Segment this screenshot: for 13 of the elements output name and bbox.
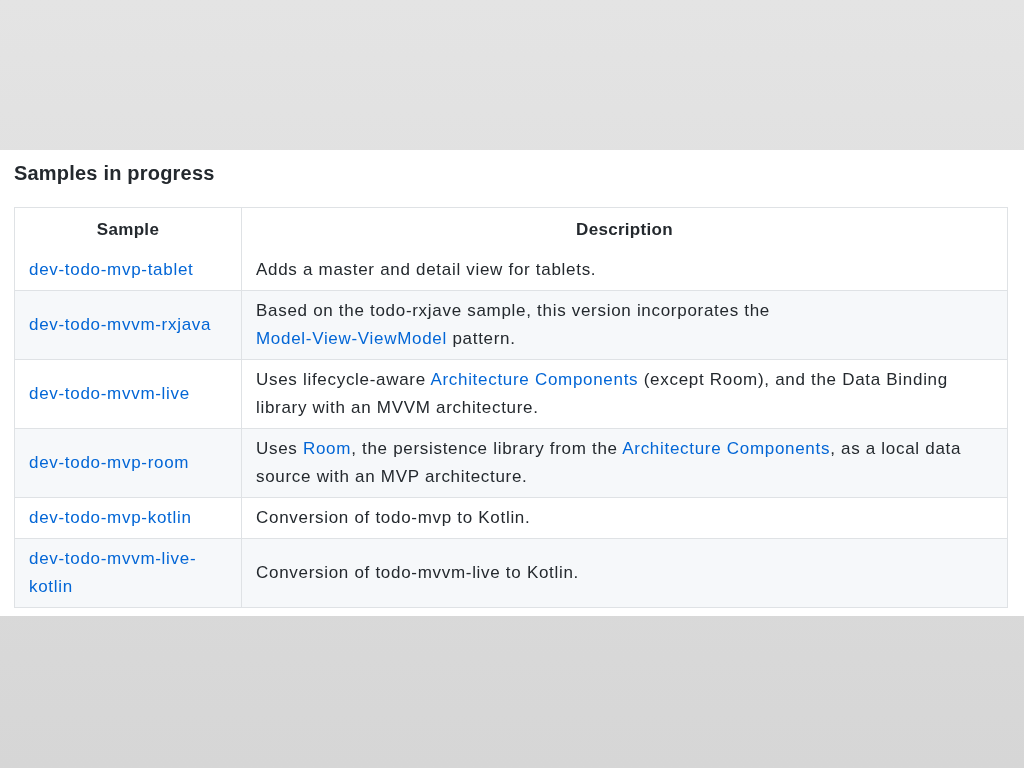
inline-link[interactable]: Architecture Components [430,370,639,389]
description-text: Uses lifecycle-aware Architecture Components (except Room), and the Data Binding library with an MVVM architecture. [256,370,948,417]
description-text: Conversion of todo-mvvm-live to Kotlin. [256,563,580,582]
description-text: Adds a master and detail view for tablets. [256,260,597,279]
section-heading: Samples in progress [14,161,216,186]
inline-link[interactable]: Model-View-ViewModel [256,329,447,348]
column-header: Sample [14,207,242,250]
inline-link[interactable]: Architecture Components [622,439,831,458]
description-text: Conversion of todo-mvp to Kotlin. [256,508,531,527]
description-text: Based on the todo-rxjave sample, this version incorporates the Model-View-ViewModel pattern. [256,301,770,348]
column-header: Description [241,207,1008,250]
inline-link[interactable]: Room [302,439,352,458]
description-text: Uses Room, the persistence library from the Architecture Components, as a local data source with an MVP architecture. [256,439,962,486]
